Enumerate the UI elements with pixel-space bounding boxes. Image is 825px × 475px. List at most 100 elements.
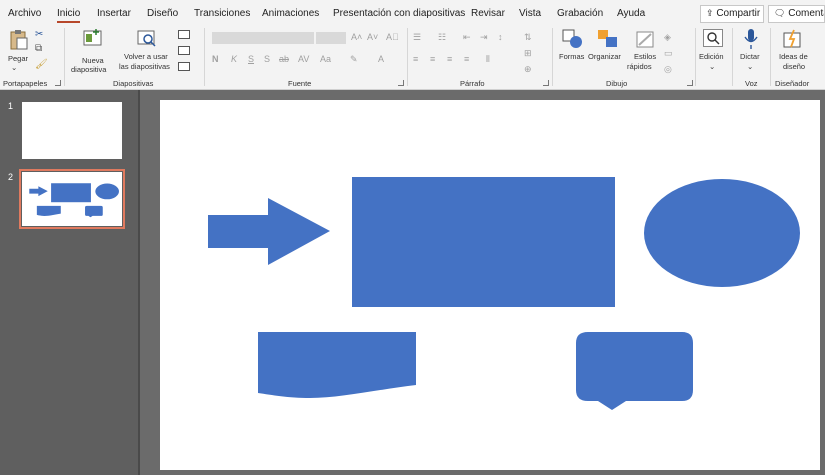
shadow-icon[interactable]: S (264, 54, 270, 64)
arrange-label[interactable]: Organizar (588, 52, 621, 61)
increase-indent-icon[interactable]: ⇥ (480, 32, 488, 43)
document-shape[interactable] (258, 332, 416, 398)
bullets-icon[interactable]: ☰ (413, 32, 421, 43)
cut-icon[interactable]: ✂ (35, 29, 43, 40)
reuse-slides-label-1[interactable]: Volver a usar (124, 52, 168, 61)
columns-icon[interactable]: ⫴ (486, 54, 490, 65)
fuente-launcher-icon[interactable] (398, 80, 404, 86)
char-spacing-icon[interactable]: AV (298, 54, 309, 64)
clear-format-icon[interactable]: A⃠ (386, 32, 399, 42)
quick-styles-label-1[interactable]: Estilos (634, 52, 656, 61)
align-center-icon[interactable]: ≡ (430, 54, 435, 64)
quick-styles-label-2[interactable]: rápidos (627, 62, 652, 71)
reset-slide-icon[interactable] (178, 46, 190, 55)
decrease-font-icon[interactable]: A˅ (367, 32, 378, 42)
line-spacing-icon[interactable]: ↕ (498, 32, 503, 42)
design-ideas-icon[interactable] (782, 28, 804, 52)
speech-bubble-shape[interactable] (576, 332, 693, 410)
ribbon: Pegar ⌄ ✂ ⧉ 🖌 Portapapeles Nueva diaposi… (0, 26, 825, 90)
align-right-icon[interactable]: ≡ (447, 54, 452, 64)
reuse-slides-icon[interactable] (137, 29, 157, 49)
strikethrough-icon[interactable]: ab (279, 54, 289, 64)
layout-icon[interactable] (178, 30, 190, 39)
group-divider (407, 28, 408, 86)
group-label-dibujo: Dibujo (606, 79, 628, 88)
reuse-slides-label-2[interactable]: las diapositivas (119, 62, 170, 71)
group-divider (552, 28, 553, 86)
new-slide-label-2[interactable]: diapositiva (71, 65, 106, 74)
slide-number: 1 (8, 101, 14, 111)
copy-icon[interactable]: ⧉ (35, 43, 42, 54)
tab-transiciones[interactable]: Transiciones (194, 8, 250, 19)
tab-grabacion[interactable]: Grabación (557, 8, 603, 19)
shape-effects-icon[interactable]: ◎ (664, 64, 672, 75)
decrease-indent-icon[interactable]: ⇤ (463, 32, 471, 43)
editing-label[interactable]: Edición (699, 52, 724, 61)
tab-archivo[interactable]: Archivo (8, 8, 41, 19)
tab-animaciones[interactable]: Animaciones (262, 8, 319, 19)
ribbon-tab-bar: Archivo Inicio Insertar Diseño Transicio… (0, 0, 825, 26)
increase-font-icon[interactable]: A˄ (351, 32, 362, 42)
slide-thumbnail-preview (29, 183, 119, 218)
chevron-down-icon: ⌄ (747, 62, 754, 71)
tab-inicio[interactable]: Inicio (57, 8, 81, 23)
ellipse-shape[interactable] (644, 179, 800, 287)
design-ideas-label-2[interactable]: diseño (783, 62, 805, 71)
numbering-icon[interactable]: ☷ (438, 32, 446, 43)
shapes-icon[interactable] (562, 29, 584, 51)
group-divider (770, 28, 771, 86)
slide-canvas[interactable] (160, 100, 820, 470)
parrafo-launcher-icon[interactable] (543, 80, 549, 86)
group-label-fuente: Fuente (288, 79, 312, 88)
highlight-icon[interactable]: ✎ (350, 54, 358, 65)
justify-icon[interactable]: ≡ (464, 54, 469, 64)
portapapeles-launcher-icon[interactable] (55, 80, 61, 86)
slide-number: 2 (8, 172, 14, 182)
font-size-combobox[interactable] (316, 32, 346, 44)
quick-styles-icon[interactable] (636, 29, 656, 51)
smartart-icon[interactable]: ⊕ (524, 64, 532, 75)
dibujo-launcher-icon[interactable] (687, 80, 693, 86)
font-color-icon[interactable]: A (378, 54, 384, 64)
paste-icon[interactable] (9, 29, 29, 53)
arrange-icon[interactable] (597, 29, 619, 51)
tab-diseno[interactable]: Diseño (147, 8, 178, 19)
tab-insertar[interactable]: Insertar (97, 8, 131, 19)
change-case-icon[interactable]: Aa (320, 54, 331, 64)
font-name-combobox[interactable] (212, 32, 314, 44)
group-divider (732, 28, 733, 86)
text-direction-icon[interactable]: ⇅ (524, 32, 532, 43)
group-label-parrafo: Párrafo (460, 79, 485, 88)
align-left-icon[interactable]: ≡ (413, 54, 418, 64)
italic-icon[interactable]: K (231, 54, 237, 64)
new-slide-label-1[interactable]: Nueva (82, 56, 104, 65)
slide-thumbnail-1[interactable] (22, 102, 122, 159)
slide-shapes (208, 177, 800, 410)
tab-revisar[interactable]: Revisar (471, 8, 505, 19)
underline-icon[interactable]: S (248, 54, 254, 64)
arrow-shape[interactable] (208, 198, 330, 265)
shape-outline-icon[interactable]: ▭ (664, 48, 673, 59)
new-slide-icon[interactable] (83, 29, 103, 49)
shape-fill-icon[interactable]: ◈ (664, 32, 671, 43)
slide-thumbnail-2[interactable] (19, 169, 125, 229)
tab-presentacion[interactable]: Presentación con diapositivas (333, 8, 465, 19)
section-icon[interactable] (178, 62, 190, 71)
bold-icon[interactable]: N (212, 54, 219, 64)
comments-button[interactable]: 🗨 Comentar (768, 5, 825, 23)
dictate-label[interactable]: Dictar (740, 52, 760, 61)
tab-vista[interactable]: Vista (519, 8, 541, 19)
design-ideas-label-1[interactable]: Ideas de (779, 52, 808, 61)
tab-ayuda[interactable]: Ayuda (617, 8, 645, 19)
microphone-icon[interactable] (743, 28, 759, 52)
rectangle-shape[interactable] (352, 177, 615, 307)
align-text-icon[interactable]: ⊞ (524, 48, 532, 59)
search-icon[interactable] (703, 29, 723, 47)
powerpoint-window: Archivo Inicio Insertar Diseño Transicio… (0, 0, 825, 475)
share-button[interactable]: ⇪ Compartir (700, 5, 764, 23)
shapes-label[interactable]: Formas (559, 52, 584, 61)
group-divider (204, 28, 205, 86)
format-painter-icon[interactable]: 🖌 (35, 59, 48, 70)
paste-label[interactable]: Pegar (8, 54, 28, 63)
group-label-disenador: Diseñador (775, 79, 810, 88)
